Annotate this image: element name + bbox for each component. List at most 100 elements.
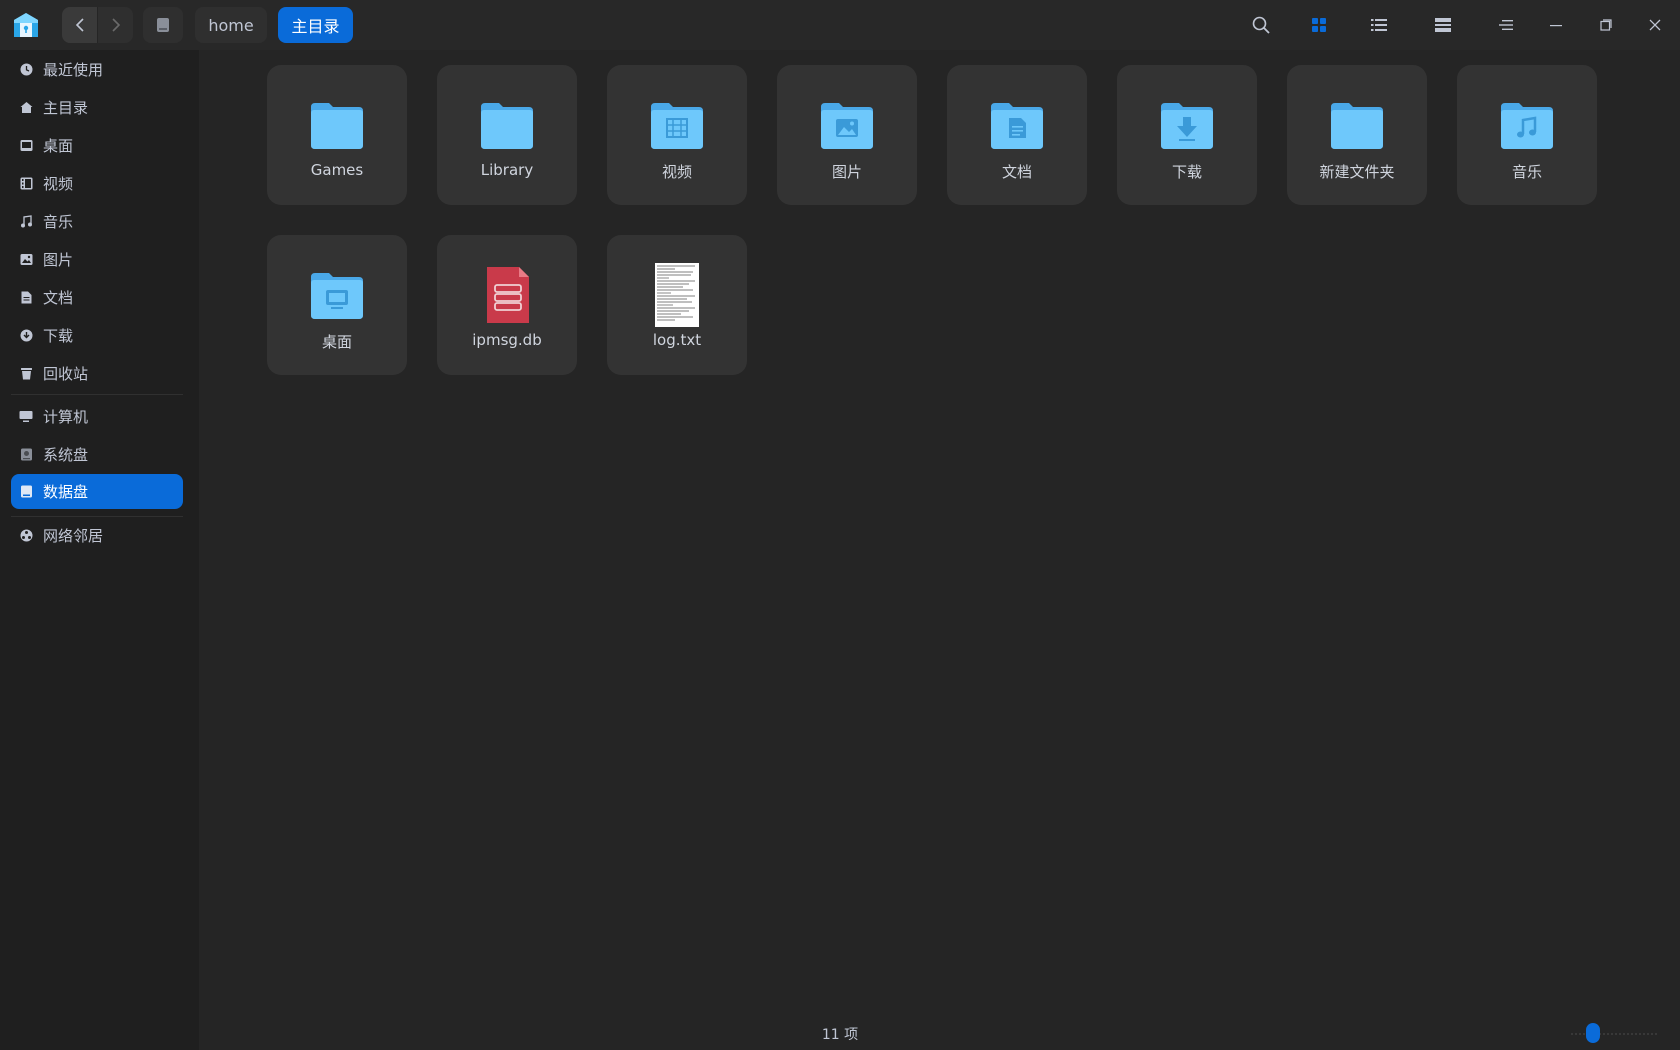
item-count-status: 11 项 (821, 1027, 859, 1043)
system-disk-icon (19, 448, 33, 462)
sidebar-divider (11, 394, 183, 395)
icon-size-slider[interactable] (1570, 1022, 1660, 1044)
slider-handle (1586, 1023, 1600, 1043)
chevron-right-icon (111, 18, 120, 32)
sidebar-item-label: 系统盘 (43, 446, 89, 464)
chevron-left-icon (75, 18, 84, 32)
folder-picture-icon (821, 103, 873, 149)
back-button[interactable] (62, 7, 98, 43)
file-name: 文档 (1001, 163, 1032, 181)
breadcrumb-main-directory[interactable]: 主目录 (278, 7, 353, 43)
file-item[interactable]: 图片 (777, 65, 917, 205)
download-icon (19, 329, 33, 343)
sidebar-item-music[interactable]: 音乐 (11, 204, 183, 239)
details-view-icon (1435, 18, 1451, 32)
minimize-icon (1550, 25, 1562, 27)
file-name: 下载 (1171, 163, 1202, 181)
sidebar-divider (11, 516, 183, 517)
maximize-icon (1600, 19, 1612, 31)
disk-icon (157, 18, 169, 32)
sidebar-item-documents[interactable]: 文档 (11, 280, 183, 315)
video-icon (19, 177, 33, 191)
sidebar-item-label: 视频 (43, 175, 74, 193)
icon-view-button[interactable] (1303, 9, 1335, 41)
picture-icon (19, 253, 33, 267)
sidebar-item-system-disk[interactable]: 系统盘 (11, 437, 183, 472)
sidebar-item-label: 主目录 (43, 99, 89, 117)
folder-icon (311, 103, 363, 149)
sidebar-item-recent[interactable]: 最近使用 (11, 52, 183, 87)
clock-icon (19, 63, 33, 77)
list-view-button[interactable] (1363, 9, 1395, 41)
icon-view-icon (1312, 18, 1326, 32)
maximize-button[interactable] (1590, 9, 1622, 41)
sidebar-item-downloads[interactable]: 下载 (11, 318, 183, 353)
sidebar-item-label: 数据盘 (43, 483, 89, 501)
file-item[interactable]: 视频 (607, 65, 747, 205)
file-item[interactable]: 文档 (947, 65, 1087, 205)
details-view-button[interactable] (1427, 9, 1459, 41)
breadcrumb-home[interactable]: home (195, 7, 267, 43)
close-button[interactable] (1639, 9, 1671, 41)
search-icon (1252, 16, 1270, 34)
file-item[interactable]: 新建文件夹 (1287, 65, 1427, 205)
sidebar-item-trash[interactable]: 回收站 (11, 356, 183, 391)
sidebar-item-data-disk[interactable]: 数据盘 (11, 474, 183, 509)
home-icon (19, 101, 33, 115)
desktop-icon (19, 139, 33, 153)
breadcrumb-disk-button[interactable] (143, 7, 183, 43)
sidebar-item-home[interactable]: 主目录 (11, 90, 183, 125)
sidebar-item-network[interactable]: 网络邻居 (11, 518, 183, 553)
sidebar-item-label: 音乐 (43, 213, 74, 231)
folder-icon (481, 103, 533, 149)
database-file-icon (487, 267, 529, 323)
file-name: 桌面 (321, 333, 352, 351)
navigation-buttons (62, 7, 133, 43)
sidebar-item-video[interactable]: 视频 (11, 166, 183, 201)
file-item[interactable]: log.txt (607, 235, 747, 375)
menu-icon (1499, 20, 1513, 30)
file-name: Games (310, 161, 364, 179)
main-menu-button[interactable] (1490, 9, 1522, 41)
file-name: log.txt (652, 331, 702, 349)
file-item[interactable]: 音乐 (1457, 65, 1597, 205)
file-manager-logo-icon[interactable] (12, 11, 40, 39)
sidebar: 最近使用 主目录 桌面 视频 音乐 图片 文档 下载 回收站 计算机 系统盘 数… (0, 50, 199, 1050)
data-disk-icon (19, 485, 33, 499)
file-item[interactable]: ipmsg.db (437, 235, 577, 375)
title-bar: home 主目录 (0, 0, 1680, 50)
file-name: Library (480, 161, 534, 179)
folder-video-icon (651, 103, 703, 149)
computer-icon (19, 410, 33, 424)
folder-document-icon (991, 103, 1043, 149)
sidebar-item-desktop[interactable]: 桌面 (11, 128, 183, 163)
file-name: 视频 (661, 163, 692, 181)
search-button[interactable] (1245, 9, 1277, 41)
list-view-icon (1371, 19, 1387, 31)
sidebar-item-computer[interactable]: 计算机 (11, 399, 183, 434)
file-item[interactable]: 下载 (1117, 65, 1257, 205)
file-name: ipmsg.db (472, 331, 542, 349)
sidebar-item-label: 网络邻居 (43, 527, 104, 545)
document-icon (19, 291, 33, 305)
file-view[interactable]: Games Library 视频 图片 文档 下载 新建文件夹 音乐 桌面 ip… (199, 50, 1680, 1050)
sidebar-item-label: 桌面 (43, 137, 74, 155)
folder-icon (1331, 103, 1383, 149)
folder-music-icon (1501, 103, 1553, 149)
sidebar-item-pictures[interactable]: 图片 (11, 242, 183, 277)
sidebar-item-label: 回收站 (43, 365, 89, 383)
network-icon (19, 529, 33, 543)
file-item[interactable]: Games (267, 65, 407, 205)
sidebar-item-label: 下载 (43, 327, 74, 345)
forward-button[interactable] (98, 7, 133, 43)
file-item[interactable]: 桌面 (267, 235, 407, 375)
minimize-button[interactable] (1540, 9, 1572, 41)
trash-icon (19, 367, 33, 381)
music-icon (19, 215, 33, 229)
sidebar-item-label: 文档 (43, 289, 74, 307)
file-name: 音乐 (1511, 163, 1542, 181)
close-icon (1649, 19, 1661, 31)
text-file-icon (655, 263, 699, 327)
file-name: 图片 (831, 163, 862, 181)
file-item[interactable]: Library (437, 65, 577, 205)
